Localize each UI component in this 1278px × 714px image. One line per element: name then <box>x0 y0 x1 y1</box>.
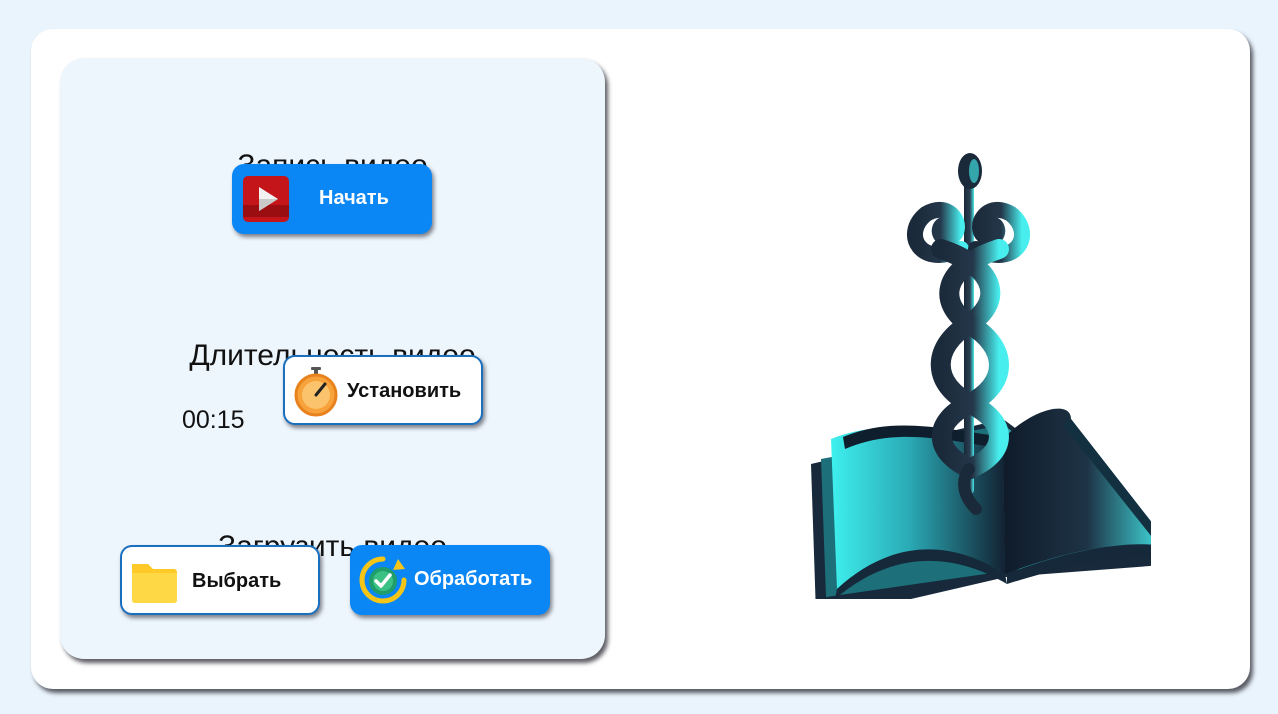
choose-file-button[interactable]: Выбрать <box>120 545 320 615</box>
stopwatch-icon <box>291 367 341 423</box>
caduceus-book-illustration <box>771 119 1176 614</box>
process-check-icon <box>358 555 408 611</box>
main-card: Запись видео Начать Длительность видео 0… <box>31 29 1250 689</box>
process-video-label: Обработать <box>414 568 533 590</box>
choose-file-label: Выбрать <box>192 570 282 592</box>
set-duration-button[interactable]: Установить <box>283 355 483 425</box>
start-recording-button[interactable]: Начать <box>232 164 432 234</box>
play-video-icon <box>242 175 290 229</box>
set-duration-label: Установить <box>347 380 462 402</box>
folder-icon <box>130 558 178 612</box>
start-recording-label: Начать <box>319 187 389 209</box>
control-panel: Запись видео Начать Длительность видео 0… <box>60 58 605 659</box>
duration-value: 00:15 <box>182 406 245 434</box>
process-video-button[interactable]: Обработать <box>350 545 550 615</box>
